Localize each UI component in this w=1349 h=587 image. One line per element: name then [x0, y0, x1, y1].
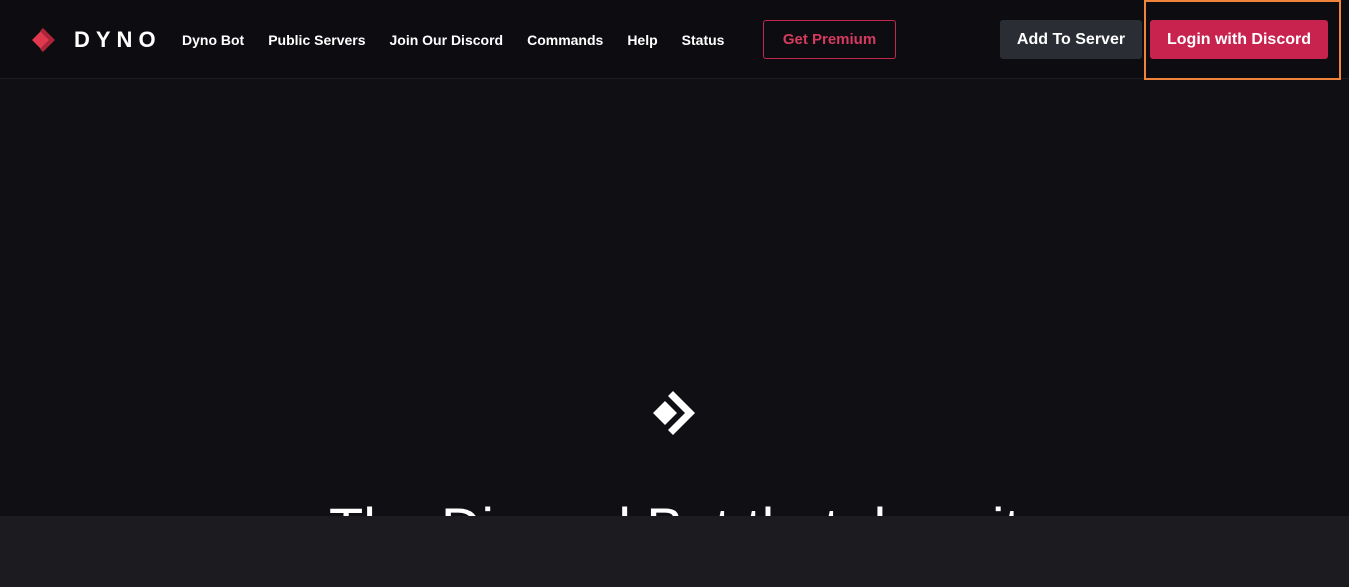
nav-link-commands[interactable]: Commands	[527, 32, 603, 48]
dyno-logo-icon	[653, 391, 695, 435]
bottom-overlay-bar	[0, 516, 1349, 587]
page: DYNO Dyno Bot Public Servers Join Our Di…	[0, 0, 1349, 587]
nav-link-help[interactable]: Help	[627, 32, 657, 48]
get-premium-button[interactable]: Get Premium	[763, 20, 896, 59]
add-to-server-button[interactable]: Add To Server	[1000, 20, 1142, 59]
nav-links: Dyno Bot Public Servers Join Our Discord…	[182, 0, 748, 79]
brand-home-link[interactable]: DYNO	[30, 24, 162, 56]
dyno-logo-icon	[32, 28, 55, 52]
nav-link-join-discord[interactable]: Join Our Discord	[390, 32, 504, 48]
nav-link-dyno-bot[interactable]: Dyno Bot	[182, 32, 244, 48]
top-navbar: DYNO Dyno Bot Public Servers Join Our Di…	[0, 0, 1349, 80]
brand-name: DYNO	[74, 27, 162, 52]
nav-link-public-servers[interactable]: Public Servers	[268, 32, 365, 48]
login-highlight-outline	[1144, 0, 1341, 80]
hero-logo	[651, 389, 699, 437]
nav-link-status[interactable]: Status	[682, 32, 725, 48]
